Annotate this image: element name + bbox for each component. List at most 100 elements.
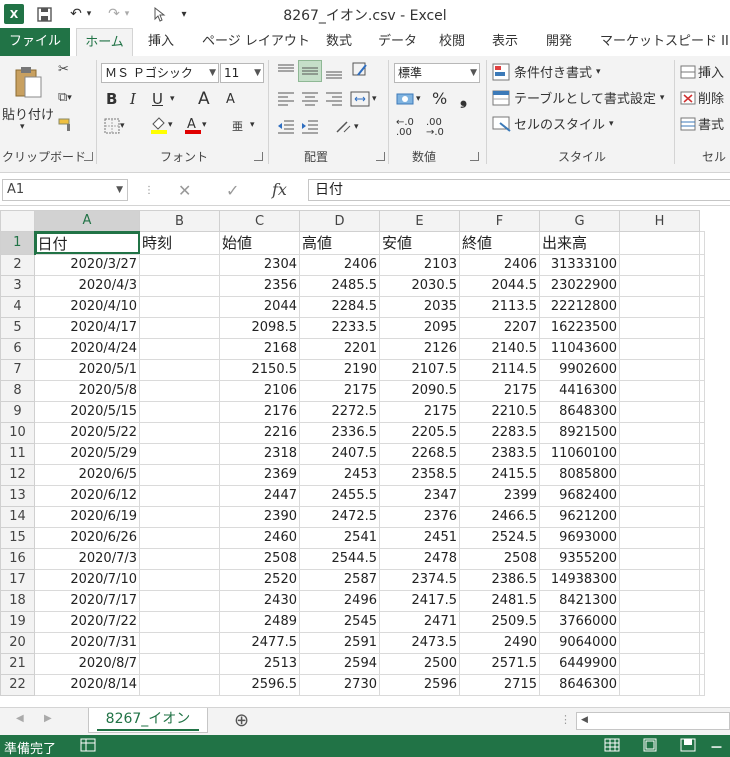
cell[interactable]: 2369 xyxy=(219,463,300,486)
cell[interactable]: 時刻 xyxy=(139,231,220,255)
decrease-decimal-button[interactable]: .00 →.0 xyxy=(426,118,452,138)
cell[interactable]: 2098.5 xyxy=(219,316,300,339)
row-header[interactable]: 8 xyxy=(0,379,35,402)
tab-formulas[interactable]: 数式 xyxy=(318,28,360,56)
scroll-left-icon[interactable]: ◀ xyxy=(16,713,24,724)
row-header[interactable]: 14 xyxy=(0,505,35,528)
font-name-select[interactable]: ＭＳ Ｐゴシック ▼ xyxy=(101,63,219,83)
select-all-corner[interactable] xyxy=(0,210,35,232)
row-header[interactable]: 22 xyxy=(0,673,35,696)
row-header[interactable]: 6 xyxy=(0,337,35,360)
cell[interactable] xyxy=(699,568,705,591)
cell[interactable]: 2508 xyxy=(219,547,300,570)
align-bottom-icon[interactable] xyxy=(324,62,344,80)
cell[interactable]: 2020/7/3 xyxy=(34,547,140,570)
decrease-indent-icon[interactable] xyxy=(276,118,296,136)
cell[interactable]: 2114.5 xyxy=(459,358,540,381)
cut-icon[interactable]: ✂ xyxy=(58,62,69,77)
cell[interactable]: 2035 xyxy=(379,295,460,318)
align-right-icon[interactable] xyxy=(324,90,344,108)
cell[interactable] xyxy=(619,463,700,486)
cell[interactable] xyxy=(619,526,700,549)
cell[interactable]: 6449900 xyxy=(539,652,620,675)
grow-font-button[interactable]: A xyxy=(198,89,210,109)
row-header[interactable]: 18 xyxy=(0,589,35,612)
increase-indent-icon[interactable] xyxy=(300,118,320,136)
align-left-icon[interactable] xyxy=(276,90,296,108)
splitter-handle-icon[interactable]: ⋮ xyxy=(144,185,154,196)
cell[interactable]: 2447 xyxy=(219,484,300,507)
page-break-view-icon[interactable] xyxy=(680,738,696,756)
cell[interactable]: 2044.5 xyxy=(459,274,540,297)
cell[interactable] xyxy=(699,505,705,528)
cell[interactable]: 2106 xyxy=(219,379,300,402)
cell[interactable] xyxy=(619,631,700,654)
cell[interactable]: 2520 xyxy=(219,568,300,591)
cell[interactable]: 2020/6/12 xyxy=(34,484,140,507)
cell[interactable] xyxy=(139,589,220,612)
cell[interactable]: 2044 xyxy=(219,295,300,318)
cell[interactable]: 2460 xyxy=(219,526,300,549)
cell[interactable] xyxy=(139,505,220,528)
cell[interactable]: 2524.5 xyxy=(459,526,540,549)
borders-icon[interactable]: ▾ xyxy=(104,118,125,134)
cell[interactable] xyxy=(619,400,700,423)
cell[interactable]: 2020/4/24 xyxy=(34,337,140,360)
cell[interactable]: 2472.5 xyxy=(299,505,380,528)
tab-data[interactable]: データ xyxy=(370,28,425,56)
insert-function-button[interactable]: fx xyxy=(272,180,287,199)
cell[interactable]: 2596 xyxy=(379,673,460,696)
cell[interactable]: 2415.5 xyxy=(459,463,540,486)
cell[interactable]: 8646300 xyxy=(539,673,620,696)
cell[interactable] xyxy=(699,316,705,339)
cell[interactable] xyxy=(619,589,700,612)
cell[interactable]: 8421300 xyxy=(539,589,620,612)
bold-button[interactable]: B xyxy=(106,90,117,108)
merge-center-icon[interactable]: ▾ xyxy=(350,90,377,108)
increase-decimal-button[interactable]: ←.0 .00 xyxy=(396,118,422,138)
font-launcher-icon[interactable] xyxy=(254,152,263,161)
cell[interactable] xyxy=(139,652,220,675)
italic-button[interactable]: I xyxy=(130,90,136,108)
cell[interactable] xyxy=(139,400,220,423)
cell[interactable] xyxy=(699,421,705,444)
cell[interactable] xyxy=(699,589,705,612)
copy-icon[interactable]: ⧉ ▾ xyxy=(58,90,72,105)
cell[interactable]: 2715 xyxy=(459,673,540,696)
column-header[interactable]: A xyxy=(34,210,140,233)
cell[interactable]: 2020/4/10 xyxy=(34,295,140,318)
cell[interactable]: 2500 xyxy=(379,652,460,675)
cell[interactable] xyxy=(619,337,700,360)
cell[interactable]: 2233.5 xyxy=(299,316,380,339)
cell[interactable]: 2020/6/19 xyxy=(34,505,140,528)
cell[interactable] xyxy=(619,316,700,339)
cell[interactable]: 2020/8/7 xyxy=(34,652,140,675)
cell[interactable]: 23022900 xyxy=(539,274,620,297)
paste-button[interactable]: 貼り付け xyxy=(2,104,54,123)
cell[interactable] xyxy=(619,547,700,570)
cell[interactable] xyxy=(699,274,705,297)
macro-record-icon[interactable] xyxy=(80,738,96,756)
cell[interactable]: 2107.5 xyxy=(379,358,460,381)
tab-developer[interactable]: 開発 xyxy=(538,28,580,56)
cell[interactable]: 2201 xyxy=(299,337,380,360)
cell[interactable]: 2020/7/31 xyxy=(34,631,140,654)
column-header[interactable]: B xyxy=(139,210,220,232)
row-header[interactable]: 12 xyxy=(0,463,35,486)
cell[interactable]: 2490 xyxy=(459,631,540,654)
cell[interactable]: 2283.5 xyxy=(459,421,540,444)
cell[interactable]: 2406 xyxy=(299,253,380,276)
row-header[interactable]: 2 xyxy=(0,253,35,276)
row-header[interactable]: 3 xyxy=(0,274,35,297)
cell[interactable]: 2020/6/5 xyxy=(34,463,140,486)
cell[interactable] xyxy=(619,610,700,633)
cell[interactable] xyxy=(619,379,700,402)
cell[interactable]: 2571.5 xyxy=(459,652,540,675)
insert-cells-button[interactable]: 挿入 xyxy=(680,62,724,81)
cell[interactable]: 9621200 xyxy=(539,505,620,528)
cell[interactable]: 2358.5 xyxy=(379,463,460,486)
cell[interactable] xyxy=(699,526,705,549)
cell[interactable]: 8921500 xyxy=(539,421,620,444)
cell[interactable]: 2175 xyxy=(379,400,460,423)
cell[interactable]: 2489 xyxy=(219,610,300,633)
